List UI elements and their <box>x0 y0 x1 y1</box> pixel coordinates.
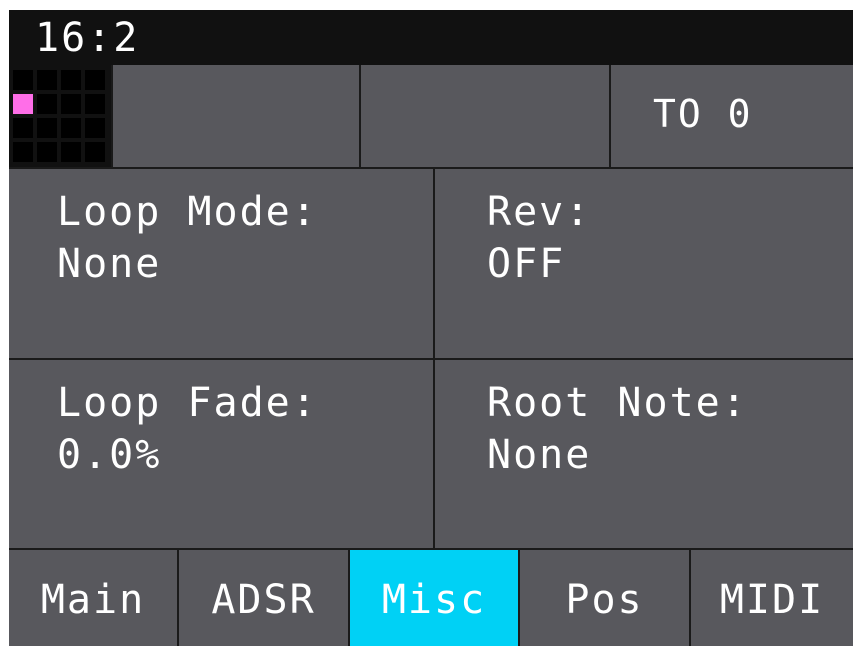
pad-grid-icon[interactable] <box>9 65 113 167</box>
to-zero-button[interactable]: TO 0 <box>611 65 853 167</box>
param-name: Loop Mode: <box>57 189 318 235</box>
param-value: OFF <box>487 241 566 287</box>
grid-cell <box>61 142 81 162</box>
tab-misc[interactable]: Misc <box>350 550 520 646</box>
grid-cell <box>13 70 33 90</box>
root-note-param[interactable]: Root Note: None <box>435 360 853 550</box>
device-screen: 16:2 TO 0 Loop Mode: None Rev: OFF Loop … <box>9 10 853 646</box>
grid-cell <box>85 94 105 114</box>
grid-cell <box>61 118 81 138</box>
tab-midi[interactable]: MIDI <box>691 550 853 646</box>
status-bar: 16:2 <box>9 10 853 65</box>
clock: 16:2 <box>35 15 140 61</box>
grid-cell-active <box>13 94 33 114</box>
grid-cell <box>61 94 81 114</box>
tab-main[interactable]: Main <box>9 550 179 646</box>
loop-fade-param[interactable]: Loop Fade: 0.0% <box>9 360 435 550</box>
grid-cell <box>85 70 105 90</box>
param-value: 0.0% <box>57 432 162 478</box>
param-name: Loop Fade: <box>57 380 318 426</box>
tab-pos[interactable]: Pos <box>520 550 691 646</box>
grid-cell <box>37 94 57 114</box>
top-slot-2[interactable] <box>361 65 611 167</box>
top-slot-1[interactable] <box>113 65 361 167</box>
grid-cell <box>37 70 57 90</box>
param-value: None <box>57 241 162 287</box>
param-name: Rev: <box>487 189 592 235</box>
grid-cell <box>37 142 57 162</box>
tab-bar: Main ADSR Misc Pos MIDI <box>9 550 853 646</box>
grid-cell <box>37 118 57 138</box>
top-bar: TO 0 <box>9 65 853 169</box>
to-zero-label: TO 0 <box>653 92 753 136</box>
tab-adsr[interactable]: ADSR <box>179 550 350 646</box>
reverse-param[interactable]: Rev: OFF <box>435 169 853 360</box>
grid-cell <box>13 118 33 138</box>
grid-cell <box>61 70 81 90</box>
grid-cell <box>85 118 105 138</box>
param-value: None <box>487 432 592 478</box>
grid-cell <box>85 142 105 162</box>
grid-cell <box>13 142 33 162</box>
param-name: Root Note: <box>487 380 748 426</box>
loop-mode-param[interactable]: Loop Mode: None <box>9 169 435 360</box>
